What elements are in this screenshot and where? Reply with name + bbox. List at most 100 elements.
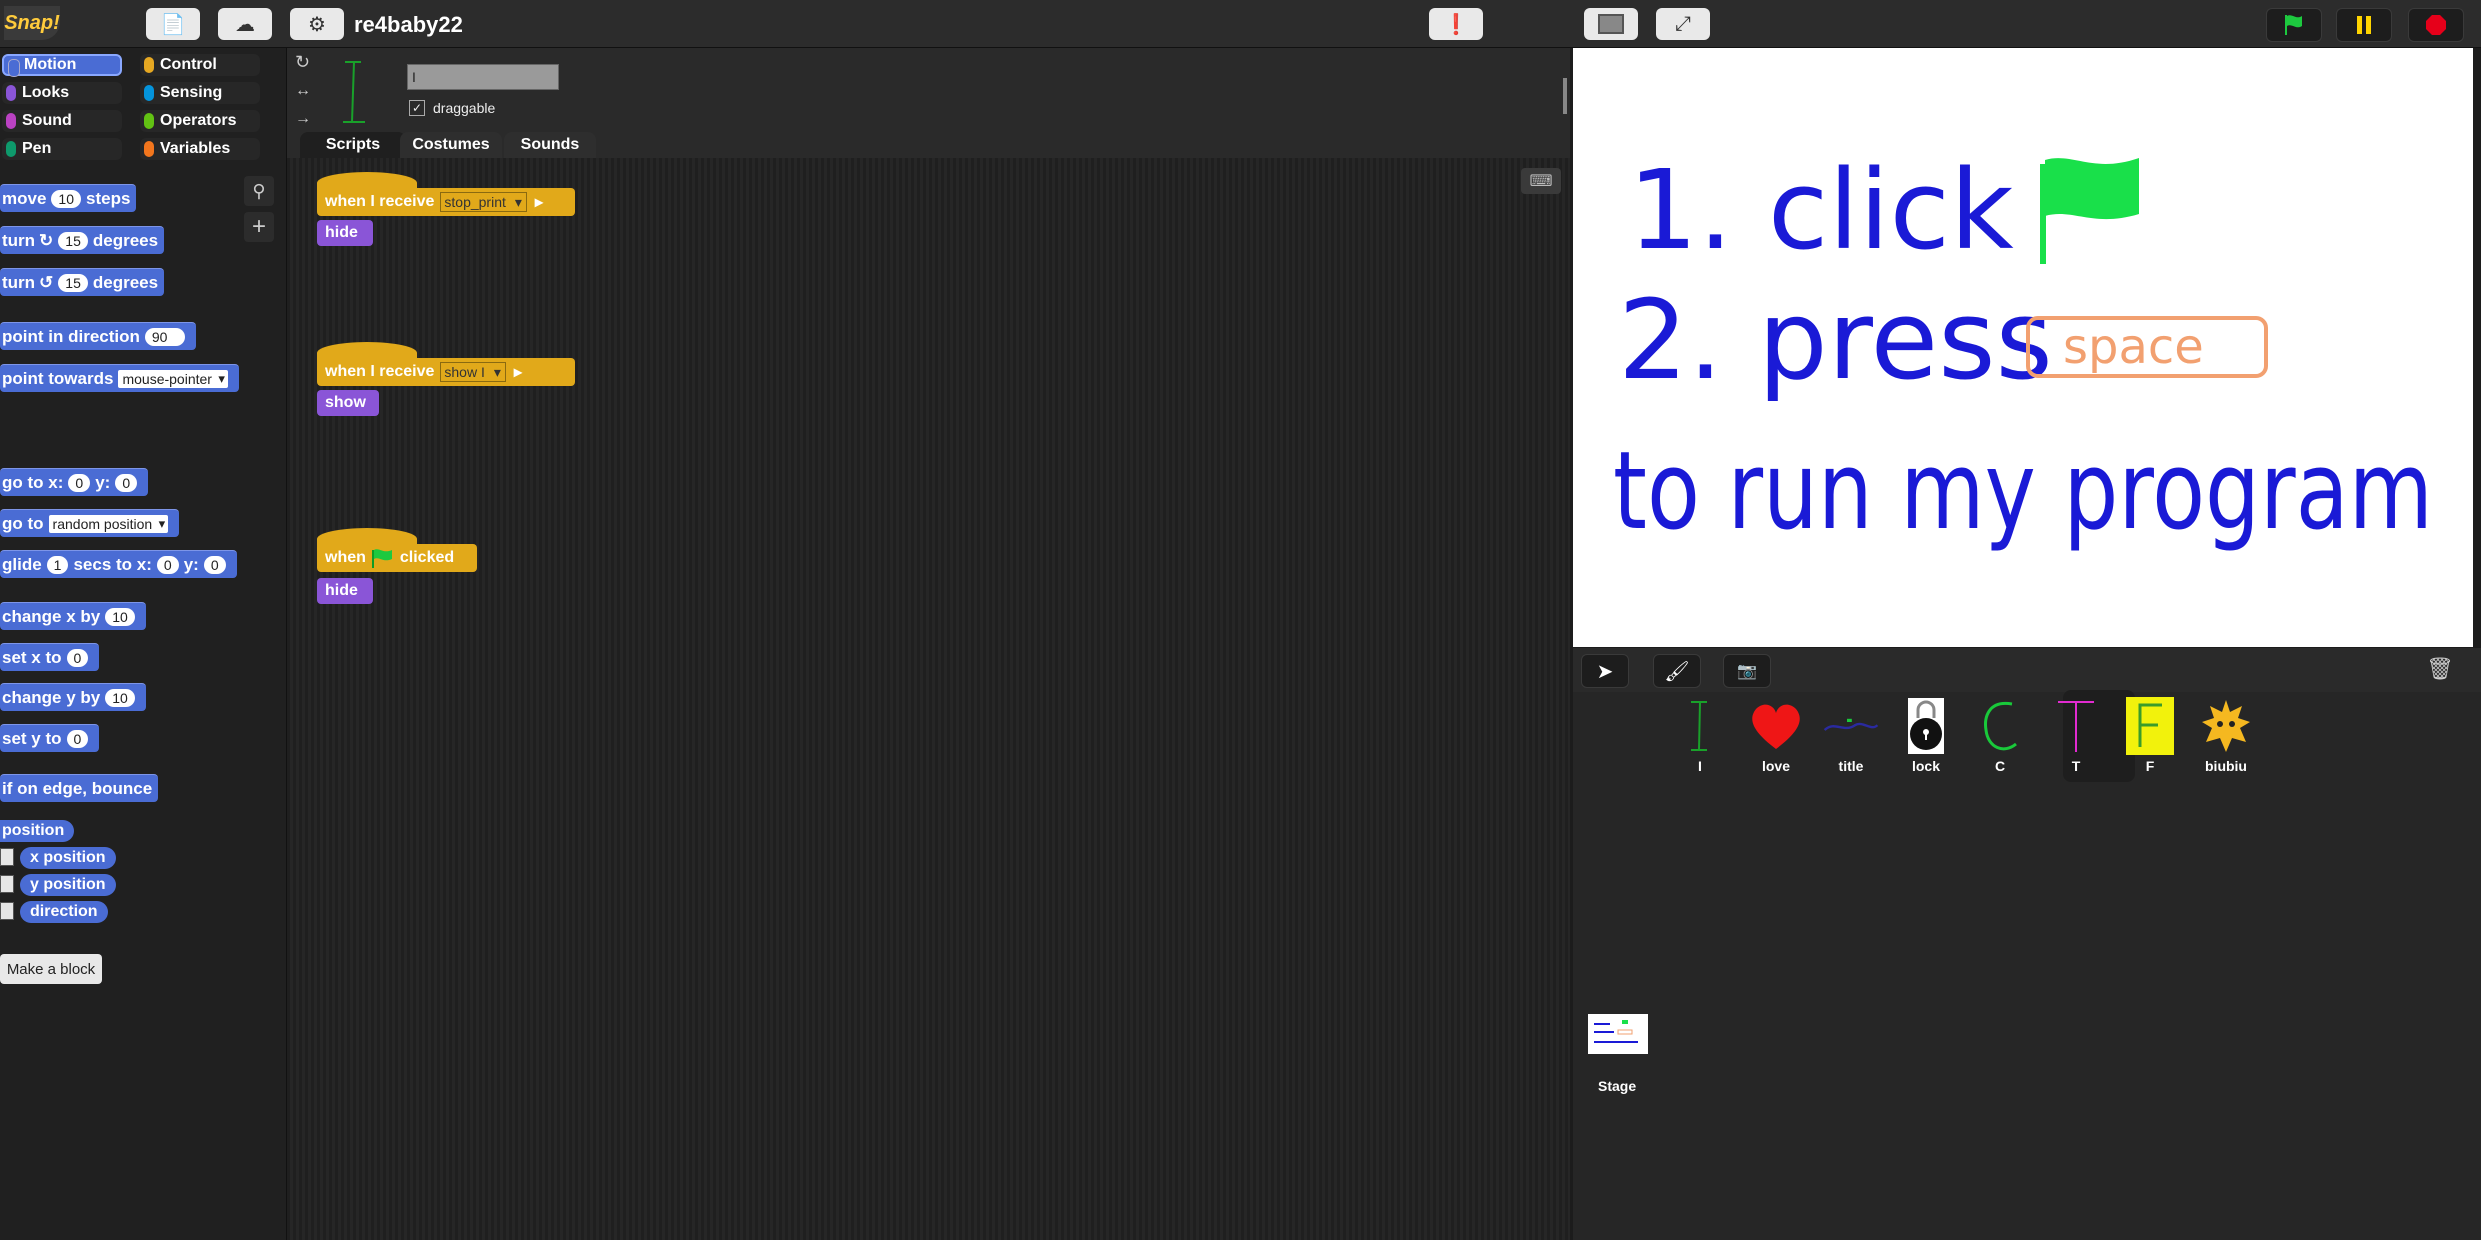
script-green-flag-clicked[interactable]: when clicked — [317, 544, 477, 572]
block-set-x[interactable]: set x to 0 — [0, 643, 100, 671]
normal-stage-button[interactable] — [1584, 8, 1638, 40]
block-goto[interactable]: go to random position — [0, 509, 180, 537]
block-input[interactable]: 0 — [115, 473, 138, 492]
reporter-x-position[interactable]: x position — [20, 847, 116, 869]
stage-thumbnail[interactable] — [1588, 1014, 1648, 1054]
message-dropdown[interactable]: show I — [440, 362, 506, 382]
file-button[interactable]: 📄 — [146, 8, 200, 40]
add-turtle-button[interactable]: ➤ — [1581, 654, 1629, 688]
category-operators[interactable]: Operators — [140, 110, 260, 132]
block-input[interactable]: 0 — [156, 555, 179, 574]
block-input[interactable]: 10 — [105, 688, 135, 707]
green-flag-button[interactable] — [2266, 8, 2322, 42]
checkbox-y-position[interactable] — [0, 875, 14, 893]
category-label: Sensing — [160, 84, 223, 101]
reporter-position[interactable]: position — [0, 820, 75, 842]
block-input[interactable]: 15 — [58, 273, 88, 292]
block-bounce[interactable]: if on edge, bounce — [0, 774, 159, 802]
make-a-block-button[interactable]: Make a block — [0, 954, 102, 984]
checkbox-x-position[interactable] — [0, 848, 14, 866]
category-sound[interactable]: Sound — [2, 110, 122, 132]
block-input[interactable]: 1 — [46, 555, 69, 574]
block-change-y[interactable]: change y by 10 — [0, 683, 146, 711]
block-change-x[interactable]: change x by 10 — [0, 602, 146, 630]
block-input[interactable]: 0 — [203, 555, 226, 574]
category-control[interactable]: Control — [140, 54, 260, 76]
block-dropdown[interactable]: mouse-pointer — [118, 369, 228, 388]
block-hide[interactable]: hide — [317, 578, 373, 604]
block-show[interactable]: show — [317, 390, 379, 416]
sprite-title[interactable]: title — [1815, 698, 1887, 780]
block-point-direction[interactable]: point in direction 90 — [0, 322, 197, 350]
checkbox-direction[interactable] — [0, 902, 14, 920]
cloud-button[interactable]: ☁ — [218, 8, 272, 40]
tab-sounds[interactable]: Sounds — [504, 132, 596, 158]
block-text: go to — [2, 513, 44, 533]
block-glide[interactable]: glide 1 secs to x: 0 y: 0 — [0, 550, 237, 578]
sprite-t[interactable]: T — [2040, 698, 2112, 780]
sprite-f[interactable]: F — [2114, 697, 2186, 780]
pane-splitter[interactable] — [1563, 78, 1567, 114]
top-bar: Snap! 📄 ☁ ⚙ re4baby22 ❗ ⤢ — [0, 0, 2481, 48]
settings-button[interactable]: ⚙ — [290, 8, 344, 40]
hat-text: when — [325, 549, 366, 566]
sprite-label: love — [1761, 758, 1790, 774]
trash-button[interactable]: 🗑 — [2425, 656, 2455, 686]
message-dropdown[interactable]: stop_print — [440, 192, 527, 212]
block-set-y[interactable]: set y to 0 — [0, 724, 100, 752]
block-dropdown[interactable]: random position — [48, 514, 169, 533]
block-input[interactable]: 10 — [51, 189, 81, 208]
block-turn-cw[interactable]: turn ↻ 15 degrees — [0, 226, 165, 254]
block-input[interactable]: 10 — [105, 607, 135, 626]
search-blocks-button[interactable]: ⚲ — [244, 176, 274, 206]
sprite-love[interactable]: love — [1740, 698, 1812, 780]
category-looks[interactable]: Looks — [2, 82, 122, 104]
tab-scripts[interactable]: Scripts — [300, 132, 406, 158]
add-block-button[interactable]: + — [244, 212, 274, 242]
stage-key-label: space — [2063, 319, 2204, 375]
category-label: Looks — [22, 84, 70, 101]
block-input[interactable]: 0 — [68, 473, 91, 492]
sprite-c[interactable]: C — [1964, 698, 2036, 780]
block-text: turn — [2, 272, 36, 292]
script-receive-stop-print[interactable]: when I receive stop_print ▸ — [317, 188, 575, 216]
category-pen[interactable]: Pen — [2, 138, 122, 160]
script-receive-show-i[interactable]: when I receive show I ▸ — [317, 358, 575, 386]
hat-text: clicked — [399, 549, 455, 566]
block-move[interactable]: move 10 steps — [0, 184, 137, 212]
category-label: Pen — [22, 140, 52, 157]
stage[interactable]: 1. click 2. press space to run my progra… — [1573, 48, 2473, 647]
block-input[interactable]: 0 — [66, 648, 89, 667]
block-input[interactable]: 90 — [144, 327, 186, 346]
block-turn-ccw[interactable]: turn ↺ 15 degrees — [0, 268, 165, 296]
tab-costumes[interactable]: Costumes — [400, 132, 502, 158]
block-text: go to x: — [2, 472, 64, 492]
category-motion[interactable]: Motion — [2, 54, 122, 77]
block-input[interactable]: 15 — [58, 231, 88, 250]
category-variables[interactable]: Variables — [140, 138, 260, 160]
scripting-area[interactable]: ⌨ when I receive stop_print ▸ hide when … — [287, 158, 1570, 1240]
paint-new-sprite-button[interactable]: 🖌 — [1653, 654, 1701, 688]
keyboard-entry-button[interactable]: ⌨ — [1521, 168, 1561, 194]
draggable-toggle[interactable]: ✓ draggable — [409, 100, 495, 116]
sprite-name-input[interactable] — [407, 64, 559, 90]
sprite-biubiu[interactable]: biubiu — [2190, 698, 2262, 780]
sprite-lock[interactable]: lock — [1890, 698, 1962, 780]
stage-size-button[interactable]: ❗ — [1429, 8, 1483, 40]
block-input[interactable]: 0 — [66, 729, 89, 748]
sprite-i[interactable]: I — [1664, 698, 1736, 780]
rotation-all-icon[interactable]: ↻ — [295, 52, 310, 73]
presentation-mode-button[interactable]: ⤢ — [1656, 8, 1710, 40]
category-sensing[interactable]: Sensing — [140, 82, 260, 104]
rotation-none-icon[interactable]: → — [295, 110, 311, 128]
pause-button[interactable] — [2336, 8, 2392, 42]
reporter-y-position[interactable]: y position — [20, 874, 116, 896]
rotation-lr-icon[interactable]: ↔ — [295, 82, 311, 100]
camera-sprite-button[interactable]: 📷 — [1723, 654, 1771, 688]
block-hide[interactable]: hide — [317, 220, 373, 246]
snap-logo[interactable]: Snap! — [4, 6, 60, 40]
block-point-towards[interactable]: point towards mouse-pointer — [0, 364, 239, 392]
reporter-direction[interactable]: direction — [20, 901, 108, 923]
stop-button[interactable] — [2408, 8, 2464, 42]
block-goto-xy[interactable]: go to x: 0 y: 0 — [0, 468, 149, 496]
